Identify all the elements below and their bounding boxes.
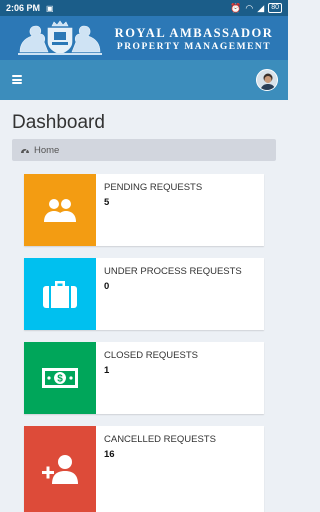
cancelled-requests-card[interactable]: CANCELLED REQUESTS 16 — [24, 426, 264, 512]
cancelled-requests-label: CANCELLED REQUESTS — [104, 434, 216, 445]
under-process-requests-label: UNDER PROCESS REQUESTS — [104, 266, 242, 277]
pending-requests-label: PENDING REQUESTS — [104, 182, 203, 193]
brand-line-2: PROPERTY MANAGEMENT — [116, 42, 272, 52]
closed-requests-label: CLOSED REQUESTS — [104, 350, 198, 361]
top-navbar — [0, 60, 288, 100]
crest-logo — [18, 20, 102, 55]
pending-requests-card[interactable]: PENDING REQUESTS 5 — [24, 174, 264, 246]
under-process-requests-count: 0 — [104, 281, 110, 292]
money-icon: $ — [42, 368, 78, 388]
menu-icon[interactable] — [12, 75, 22, 84]
pending-requests-tile — [24, 174, 96, 246]
suitcase-icon — [43, 281, 77, 308]
brand-title: ROYAL AMBASSADOR PROPERTY MANAGEMENT — [108, 26, 280, 52]
pending-requests-count: 5 — [104, 197, 110, 208]
status-bar: 2:06 PM ▣ ⏰ ◠ ◢ 80 — [0, 0, 288, 16]
under-process-requests-card[interactable]: UNDER PROCESS REQUESTS 0 — [24, 258, 264, 330]
alarm-icon: ⏰ — [230, 2, 242, 13]
closed-requests-card[interactable]: $ CLOSED REQUESTS 1 — [24, 342, 264, 414]
user-plus-icon — [42, 455, 78, 484]
status-time: 2:06 PM — [6, 3, 41, 13]
cancelled-requests-count: 16 — [104, 449, 115, 460]
breadcrumb[interactable]: Home — [12, 139, 276, 161]
closed-requests-count: 1 — [104, 365, 110, 376]
cancelled-requests-tile — [24, 426, 96, 512]
page-title: Dashboard — [12, 112, 105, 133]
breadcrumb-home[interactable]: Home — [34, 145, 59, 156]
photo-notification-icon: ▣ — [46, 3, 54, 13]
battery-icon: 80 — [268, 3, 282, 13]
avatar[interactable] — [256, 69, 278, 91]
signal-icon: ◢ — [257, 2, 265, 13]
brand-header: ROYAL AMBASSADOR PROPERTY MANAGEMENT — [0, 16, 288, 60]
users-icon — [44, 199, 76, 222]
under-process-requests-tile — [24, 258, 96, 330]
dashboard-icon — [21, 148, 29, 154]
closed-requests-tile: $ — [24, 342, 96, 414]
svg-text:$: $ — [57, 374, 63, 385]
brand-line-1: ROYAL AMBASSADOR — [114, 26, 274, 40]
wifi-icon: ◠ — [245, 2, 254, 13]
